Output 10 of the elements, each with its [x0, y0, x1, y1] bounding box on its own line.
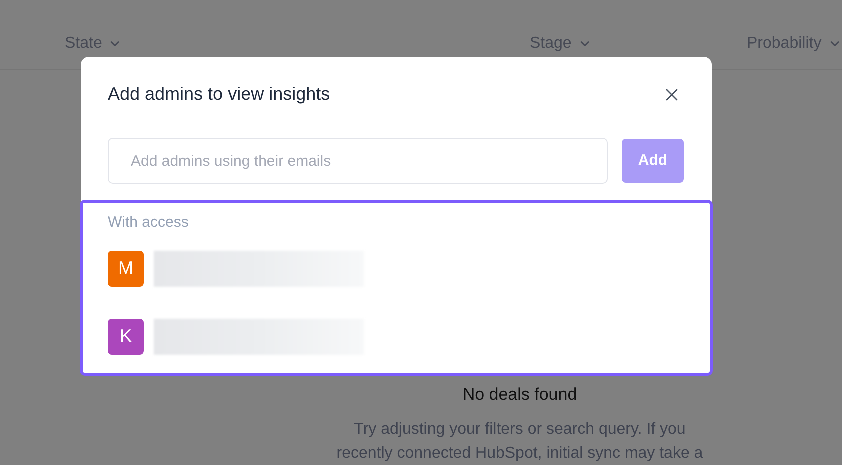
- column-header[interactable]: Probability: [747, 32, 842, 56]
- empty-state-title: No deals found: [462, 384, 578, 406]
- column-header[interactable]: State: [65, 32, 122, 56]
- avatar: K: [108, 318, 144, 354]
- email-input-field[interactable]: Add admins using their emails: [108, 138, 608, 184]
- dialog-title: Add admins to view insights: [108, 83, 330, 106]
- empty-state-description: Try adjusting your filters or search query. If you recently connected HubSpot, initial sync may take a: [336, 420, 704, 464]
- column-header[interactable]: Stage: [530, 32, 592, 56]
- section-heading: With access: [107, 213, 190, 233]
- avatar: M: [108, 250, 144, 286]
